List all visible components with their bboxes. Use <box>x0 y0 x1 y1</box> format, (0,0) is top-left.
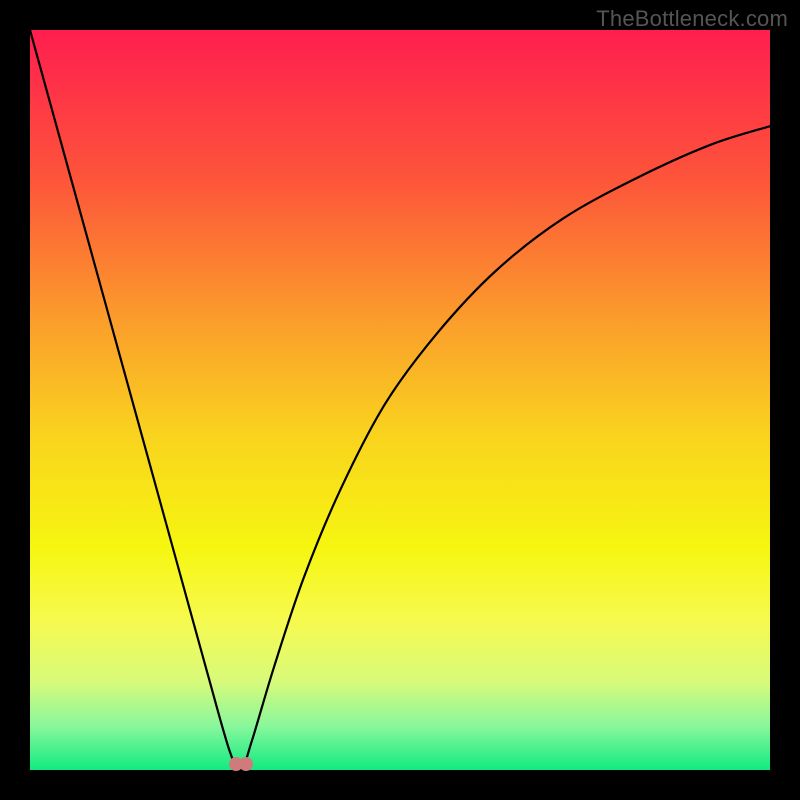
watermark-text: TheBottleneck.com <box>596 6 788 32</box>
curve-layer <box>30 30 770 770</box>
bottleneck-curve <box>30 30 770 770</box>
chart-frame: TheBottleneck.com <box>0 0 800 800</box>
data-marker <box>239 757 253 771</box>
plot-area <box>30 30 770 770</box>
